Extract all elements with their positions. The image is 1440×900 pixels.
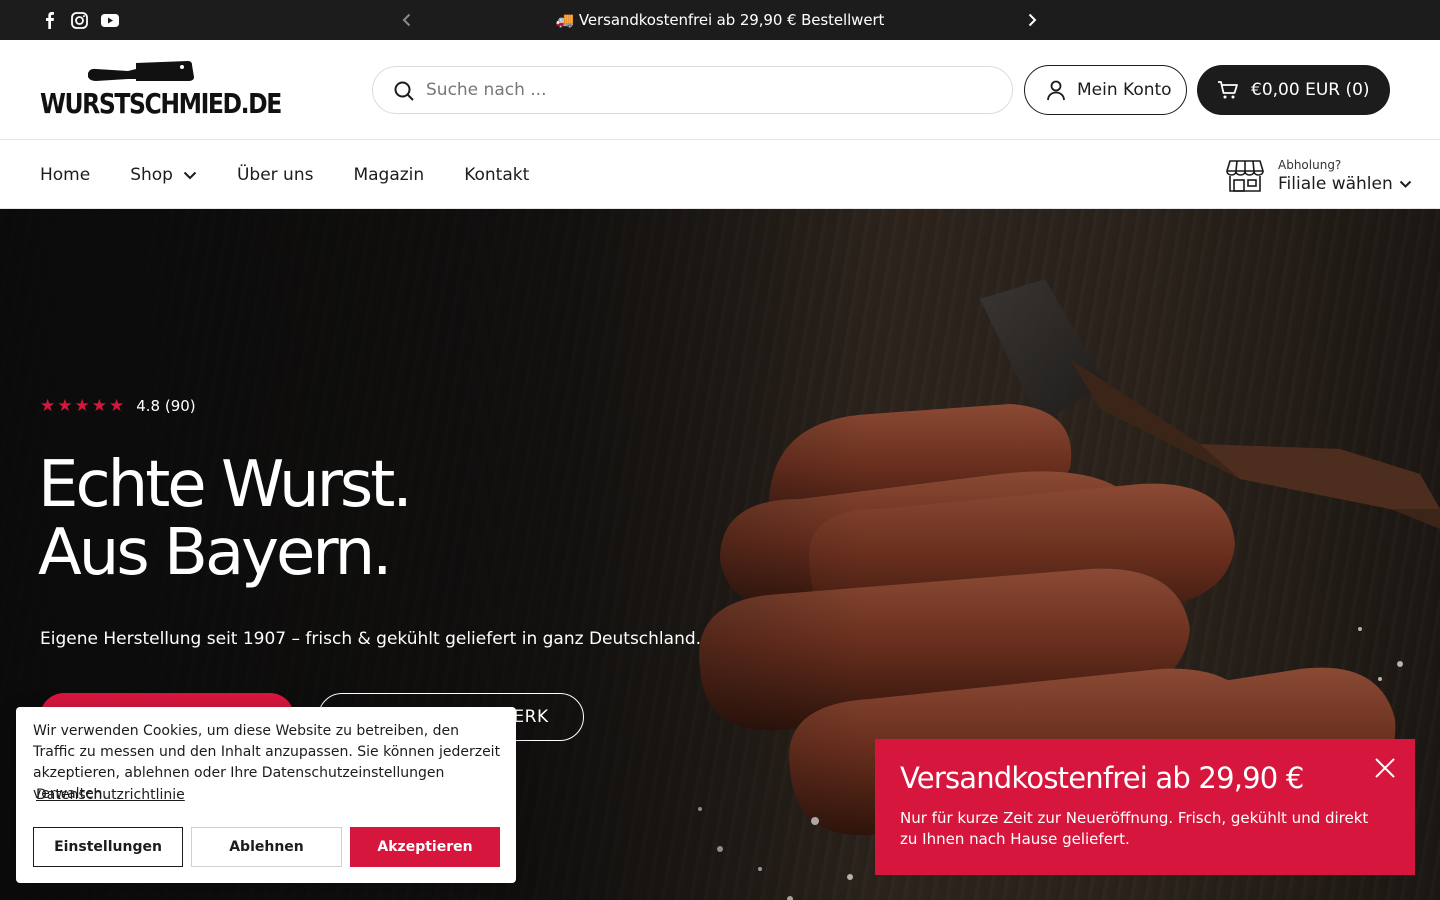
- chevron-right-icon: [1028, 13, 1037, 27]
- account-label: Mein Konto: [1077, 80, 1172, 100]
- star-icon: ★: [91, 395, 107, 416]
- nav-item-label: Kontakt: [464, 165, 530, 185]
- cleaver-icon: [88, 61, 194, 81]
- nav-item-about[interactable]: Über uns: [237, 165, 314, 185]
- pickup-label: Abholung?: [1278, 158, 1342, 172]
- hero-subline: Eigene Herstellung seit 1907 – frisch & …: [40, 629, 702, 649]
- rating-text: 4.8 (90): [136, 397, 196, 415]
- nav-item-label: Magazin: [353, 165, 425, 185]
- search-input[interactable]: [426, 67, 986, 113]
- nav-item-contact[interactable]: Kontakt: [464, 165, 529, 185]
- search-icon: [394, 81, 414, 101]
- announcement-prev-button[interactable]: [397, 10, 417, 30]
- hero-headline-line-1: Echte Wurst.: [38, 448, 413, 522]
- hero-headline-line-2: Aus Bayern.: [38, 516, 392, 590]
- social-links: [40, 10, 119, 30]
- cart-label: €0,00 EUR (0): [1251, 80, 1370, 100]
- star-icon: ★: [109, 395, 125, 416]
- promo-title: Versandkostenfrei ab 29,90 €: [900, 761, 1304, 795]
- announcement-next-button[interactable]: [1022, 10, 1042, 30]
- promo-body: Nur für kurze Zeit zur Neueröffnung. Fri…: [900, 809, 1369, 848]
- site-header: WURSTSCHMIED.DE Mein Konto €0,00 EUR (0): [0, 40, 1440, 140]
- account-button[interactable]: Mein Konto: [1024, 65, 1187, 115]
- shipping-promo-popup: Versandkostenfrei ab 29,90 € Nur für kur…: [875, 739, 1415, 875]
- search-bar[interactable]: [372, 66, 1013, 114]
- nav-item-shop[interactable]: Shop: [130, 165, 197, 185]
- instagram-icon[interactable]: [70, 10, 89, 30]
- announcement-message: 🚚 Versandkostenfrei ab 29,90 € Bestellwe…: [555, 11, 885, 29]
- pickup-value-text: Filiale wählen: [1278, 174, 1393, 194]
- hero-headline: Echte Wurst. Aus Bayern.: [38, 448, 413, 590]
- star-icon: ★: [40, 395, 56, 416]
- star-icon: ★: [74, 395, 90, 416]
- nav-item-label: Home: [40, 165, 91, 185]
- privacy-policy-link[interactable]: Datenschutzrichtlinie: [36, 787, 185, 803]
- nav-item-label: Shop: [130, 165, 173, 185]
- facebook-icon[interactable]: [40, 10, 59, 30]
- pickup-store-selector[interactable]: Abholung? Filiale wählen: [1226, 155, 1412, 197]
- cookie-settings-button[interactable]: Einstellungen: [33, 827, 183, 867]
- cookie-decline-button[interactable]: Ablehnen: [191, 827, 342, 867]
- nav-item-label: Über uns: [236, 165, 314, 185]
- nav-item-home[interactable]: Home: [40, 165, 90, 185]
- hero-secondary-cta-label: ERK: [513, 707, 549, 727]
- cookie-accept-button[interactable]: Akzeptieren: [350, 827, 500, 867]
- announcement-bar: 🚚 Versandkostenfrei ab 29,90 € Bestellwe…: [0, 0, 1440, 40]
- cart-icon: [1218, 81, 1238, 99]
- chevron-down-icon: [183, 171, 197, 179]
- hero-rating: ★ ★ ★ ★ ★ 4.8 (90): [40, 397, 196, 415]
- cart-button[interactable]: €0,00 EUR (0): [1197, 65, 1390, 115]
- nav-item-magazine[interactable]: Magazin: [353, 165, 424, 185]
- logo-text: WURSTSCHMIED.DE: [40, 87, 282, 120]
- main-navigation: Home Shop Über uns Magazin Kontakt Abhol…: [0, 141, 1440, 209]
- promo-close-button[interactable]: [1374, 757, 1396, 779]
- youtube-icon[interactable]: [100, 10, 119, 30]
- pickup-value: Filiale wählen: [1278, 174, 1412, 194]
- site-logo[interactable]: WURSTSCHMIED.DE: [40, 59, 282, 121]
- store-icon: [1226, 160, 1264, 192]
- user-icon: [1047, 80, 1065, 101]
- cookie-banner: Wir verwenden Cookies, um diese Website …: [16, 707, 516, 883]
- chevron-left-icon: [402, 13, 411, 27]
- star-icon: ★: [57, 395, 73, 416]
- rating-stars: ★ ★ ★ ★ ★: [40, 395, 125, 416]
- chevron-down-icon: [1399, 180, 1411, 188]
- close-icon: [1375, 758, 1395, 778]
